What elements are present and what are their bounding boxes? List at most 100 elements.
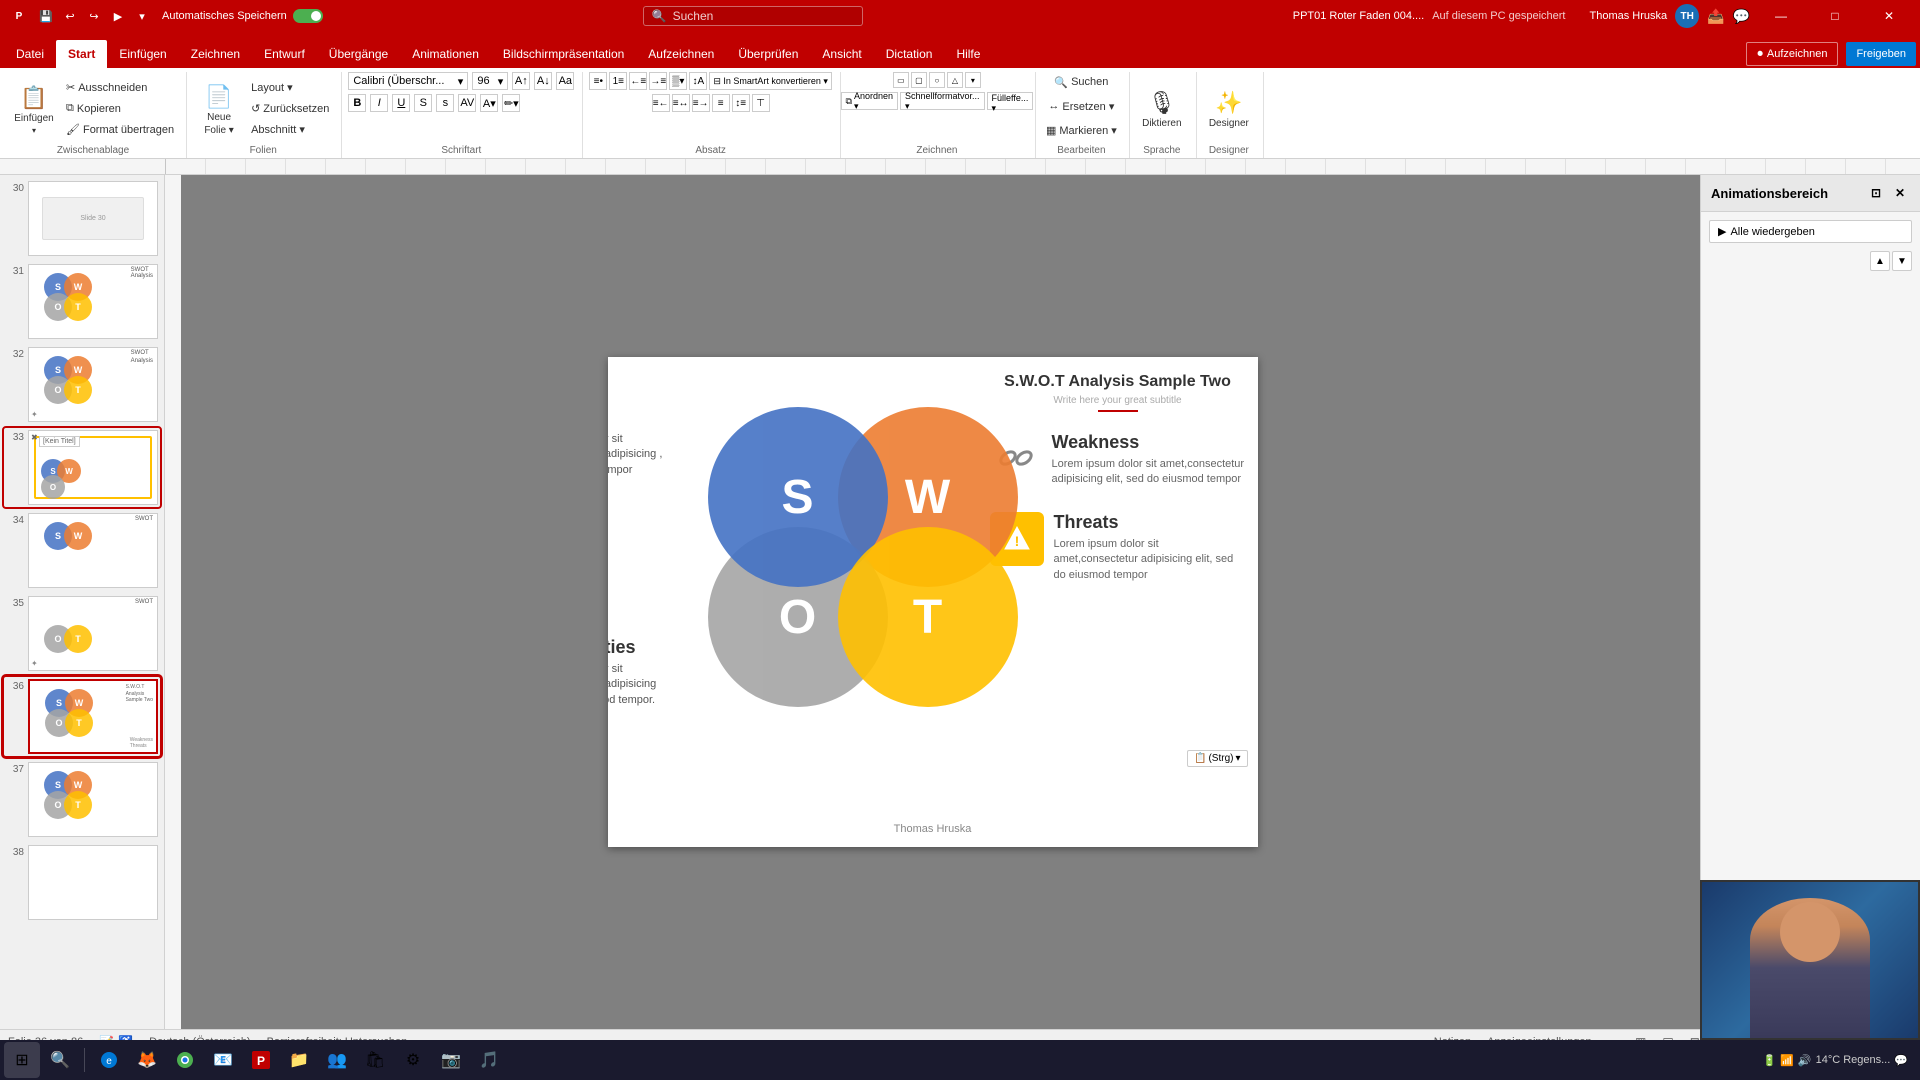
align-right-button[interactable]: ≡→ — [692, 94, 710, 112]
slide-item-33[interactable]: 33 ✖ [Kein Titel] S W O — [4, 428, 160, 507]
italic-button[interactable]: I — [370, 94, 388, 112]
slide-item-32[interactable]: 32 S W O T SWOTAnalysis — [4, 345, 160, 424]
tab-hilfe[interactable]: Hilfe — [944, 40, 992, 68]
save-icon[interactable]: 💾 — [36, 6, 56, 26]
arrange-button[interactable]: ⧉ Anordnen ▾ — [841, 92, 898, 110]
taskbar-firefox-button[interactable]: 🦊 — [129, 1042, 165, 1078]
redo-icon[interactable]: ↪ — [84, 6, 104, 26]
decrease-indent-button[interactable]: ←≡ — [629, 72, 647, 90]
font-size-select[interactable]: 96▾ — [472, 72, 508, 90]
shadow-button[interactable]: s — [436, 94, 454, 112]
fill-button[interactable]: Fülleffe... ▾ — [987, 92, 1034, 110]
strikethrough-button[interactable]: S — [414, 94, 432, 112]
tab-ansicht[interactable]: Ansicht — [810, 40, 873, 68]
tab-zeichnen[interactable]: Zeichnen — [179, 40, 252, 68]
quick-styles-button[interactable]: Schnellformatvor... ▾ — [900, 92, 985, 110]
clear-format-button[interactable]: Aa — [556, 72, 574, 90]
tab-bildschirmpraesenation[interactable]: Bildschirmpräsentation — [491, 40, 636, 68]
more-qa-icon[interactable]: ▾ — [132, 6, 152, 26]
convert-smartart-button[interactable]: ⊟ In SmartArt konvertieren ▾ — [709, 72, 832, 90]
canvas-area[interactable]: S W O T Strenghts — [165, 175, 1700, 1029]
font-color-button[interactable]: A▾ — [480, 94, 498, 112]
tab-start[interactable]: Start — [56, 40, 107, 68]
layout-button[interactable]: Layout ▾ — [247, 78, 333, 98]
taskbar-camera-button[interactable]: 📷 — [433, 1042, 469, 1078]
designer-button[interactable]: ✨ Designer — [1203, 76, 1255, 142]
slide-item-36[interactable]: 36 S W O T S.W.O.TAnalysisSample Two Wea… — [4, 677, 160, 756]
text-direction-button[interactable]: ↕A — [689, 72, 707, 90]
dictate-button[interactable]: 🎙 Diktieren — [1136, 76, 1188, 142]
cut-button[interactable]: ✂ Ausschneiden — [62, 78, 178, 98]
tab-ueberpruefen[interactable]: Überprüfen — [726, 40, 810, 68]
section-button[interactable]: Abschnitt ▾ — [247, 120, 333, 140]
shape-rect[interactable]: ▭ — [893, 72, 909, 88]
taskbar-teams-button[interactable]: 👥 — [319, 1042, 355, 1078]
anim-expand-icon[interactable]: ⊡ — [1866, 183, 1886, 203]
increase-font-button[interactable]: A↑ — [512, 72, 530, 90]
slide-item-34[interactable]: 34 S W SWOT — [4, 511, 160, 590]
taskbar-settings-button[interactable]: ⚙ — [395, 1042, 431, 1078]
tab-einfuegen[interactable]: Einfügen — [107, 40, 178, 68]
align-left-button[interactable]: ≡← — [652, 94, 670, 112]
close-button[interactable]: ✕ — [1866, 0, 1912, 32]
shape-rounded-rect[interactable]: ▢ — [911, 72, 927, 88]
slide-item-35[interactable]: 35 O T SWOT — [4, 594, 160, 673]
tab-entwurf[interactable]: Entwurf — [252, 40, 317, 68]
present-icon[interactable]: ▶ — [108, 6, 128, 26]
slide-item-30[interactable]: 30 Slide 30 — [4, 179, 160, 258]
increase-indent-button[interactable]: →≡ — [649, 72, 667, 90]
tab-aufzeichnen[interactable]: Aufzeichnen — [636, 40, 726, 68]
taskbar-powerpoint-button[interactable]: P — [243, 1042, 279, 1078]
find-button[interactable]: 🔍 Suchen — [1050, 72, 1112, 92]
minimize-button[interactable]: — — [1758, 0, 1804, 32]
format-painter-button[interactable]: 🖌 Format übertragen — [62, 120, 178, 140]
justify-button[interactable]: ≡ — [712, 94, 730, 112]
underline-button[interactable]: U — [392, 94, 410, 112]
maximize-button[interactable]: □ — [1812, 0, 1858, 32]
tab-uebergaenge[interactable]: Übergänge — [317, 40, 400, 68]
search-box[interactable]: 🔍 Suchen — [643, 6, 863, 26]
comments-icon[interactable]: 💬 — [1733, 8, 1750, 25]
taskbar-edge-button[interactable]: e — [91, 1042, 127, 1078]
taskbar-store-button[interactable]: 🛍 — [357, 1042, 393, 1078]
share-icon[interactable]: 📤 — [1707, 8, 1724, 25]
vertical-align-button[interactable]: ⊤ — [752, 94, 770, 112]
line-spacing-button[interactable]: ↕≡ — [732, 94, 750, 112]
slide-item-37[interactable]: 37 S W O T — [4, 760, 160, 839]
taskbar-spotify-button[interactable]: 🎵 — [471, 1042, 507, 1078]
user-avatar[interactable]: TH — [1675, 4, 1699, 28]
taskbar-outlook-button[interactable]: 📧 — [205, 1042, 241, 1078]
paste-ctrl-button[interactable]: 📋 (Strg) ▾ — [1187, 750, 1247, 767]
shape-circle[interactable]: ○ — [929, 72, 945, 88]
bullets-button[interactable]: ≡• — [589, 72, 607, 90]
select-button[interactable]: ▦ Markieren ▾ — [1042, 120, 1121, 140]
copy-button[interactable]: ⧉ Kopieren — [62, 99, 178, 119]
anim-up-button[interactable]: ▲ — [1870, 251, 1890, 271]
reset-button[interactable]: ↺ Zurücksetzen — [247, 99, 333, 119]
numbering-button[interactable]: 1≡ — [609, 72, 627, 90]
replace-button[interactable]: ↔ Ersetzen ▾ — [1044, 96, 1118, 116]
decrease-font-button[interactable]: A↓ — [534, 72, 552, 90]
notification-icon[interactable]: 💬 — [1894, 1054, 1908, 1067]
new-slide-button[interactable]: 📄 Neue Folie ▾ — [193, 76, 245, 142]
anim-down-button[interactable]: ▼ — [1892, 251, 1912, 271]
taskbar-explorer-button[interactable]: 📁 — [281, 1042, 317, 1078]
autosave-toggle[interactable] — [293, 9, 323, 23]
tab-dictation[interactable]: Dictation — [874, 40, 945, 68]
paste-button[interactable]: 📋 Einfügen ▾ — [8, 76, 60, 142]
play-all-button[interactable]: ▶ Alle wiedergeben — [1709, 220, 1912, 243]
tab-datei[interactable]: Datei — [4, 40, 56, 68]
taskbar-start-button[interactable]: ⊞ — [4, 1042, 40, 1078]
share-button[interactable]: Freigeben — [1846, 42, 1916, 66]
record-button[interactable]: ⏺ Aufzeichnen — [1746, 42, 1838, 66]
align-center-button[interactable]: ≡↔ — [672, 94, 690, 112]
taskbar-search-button[interactable]: 🔍 — [42, 1042, 78, 1078]
highlight-button[interactable]: ✏▾ — [502, 94, 520, 112]
taskbar-chrome-button[interactable] — [167, 1042, 203, 1078]
undo-icon[interactable]: ↩ — [60, 6, 80, 26]
shape-more[interactable]: ▾ — [965, 72, 981, 88]
tab-animationen[interactable]: Animationen — [400, 40, 491, 68]
anim-close-icon[interactable]: ✕ — [1890, 183, 1910, 203]
slide-item-31[interactable]: 31 S W O T SWOTAnalysis — [4, 262, 160, 341]
slide-canvas[interactable]: S W O T Strenghts — [608, 357, 1258, 847]
